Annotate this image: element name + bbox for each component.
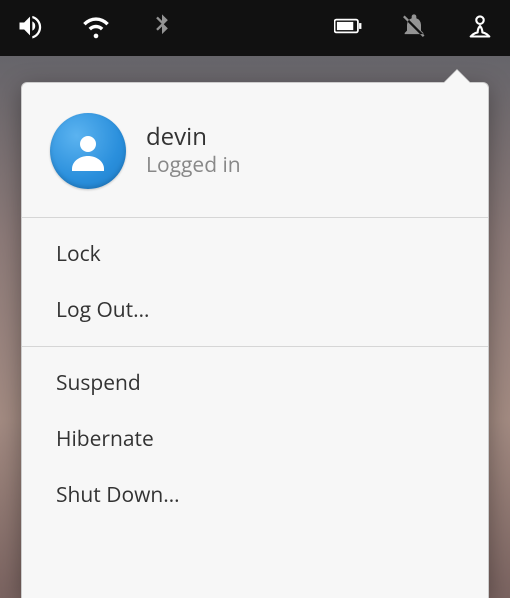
- bluetooth-icon[interactable]: [148, 12, 176, 45]
- avatar: [50, 113, 126, 189]
- user-popover: devin Logged in Lock Log Out… Suspend Hi…: [21, 82, 489, 598]
- power-menu: Suspend Hibernate Shut Down…: [22, 347, 488, 531]
- top-panel: [0, 0, 510, 56]
- notifications-muted-icon[interactable]: [400, 12, 428, 45]
- volume-icon[interactable]: [16, 12, 44, 45]
- user-menu-icon[interactable]: [466, 12, 494, 45]
- hibernate-item[interactable]: Hibernate: [22, 411, 488, 467]
- user-info: devin Logged in: [146, 123, 241, 180]
- suspend-item[interactable]: Suspend: [22, 355, 488, 411]
- popover-arrow: [444, 70, 470, 83]
- logout-item[interactable]: Log Out…: [22, 282, 488, 338]
- battery-icon[interactable]: [334, 12, 362, 45]
- user-block: devin Logged in: [22, 83, 488, 217]
- shutdown-item[interactable]: Shut Down…: [22, 467, 488, 523]
- user-status: Logged in: [146, 151, 241, 179]
- session-menu: Lock Log Out…: [22, 218, 488, 346]
- wifi-icon[interactable]: [82, 12, 110, 45]
- lock-item[interactable]: Lock: [22, 226, 488, 282]
- user-name: devin: [146, 123, 241, 152]
